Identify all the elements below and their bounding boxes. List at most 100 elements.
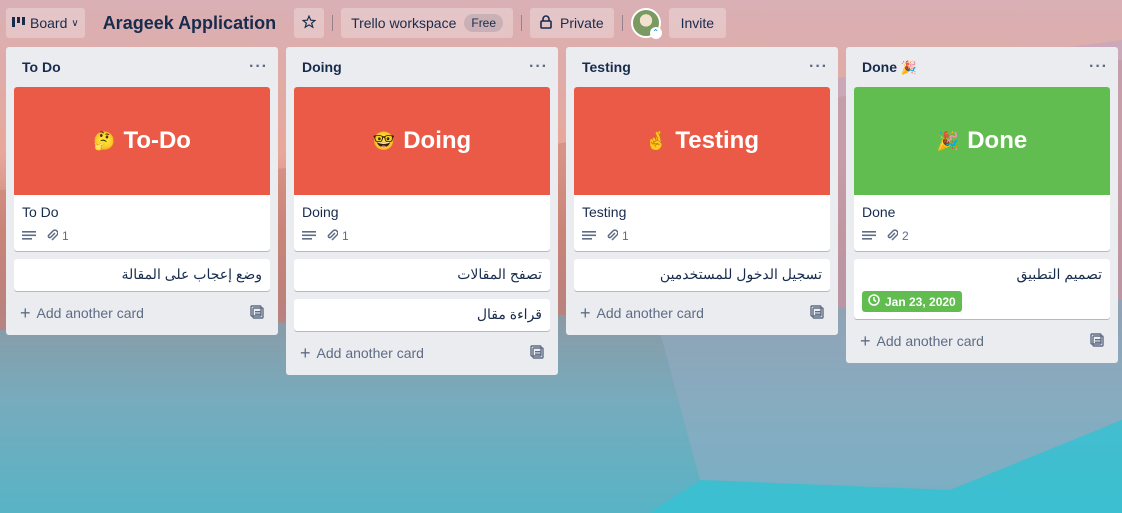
description-icon xyxy=(302,230,316,242)
attachment-icon xyxy=(886,228,899,245)
plus-icon: + xyxy=(580,303,591,323)
board-view-button[interactable]: Board ∨ xyxy=(6,8,85,38)
clock-icon xyxy=(868,294,880,309)
avatar[interactable]: ⌃ xyxy=(630,8,662,39)
add-card-row: + Add another card xyxy=(14,299,270,327)
add-card-row: + Add another card xyxy=(854,327,1110,355)
add-card-row: + Add another card xyxy=(574,299,830,327)
party-popper-icon: 🎉 xyxy=(900,59,918,75)
attachment-icon xyxy=(606,228,619,245)
cover-text: Testing xyxy=(675,127,759,154)
add-card-button[interactable]: + Add another card xyxy=(860,332,984,350)
star-icon xyxy=(301,14,317,32)
card-cover: 🤔 To-Do xyxy=(14,87,270,195)
star-button[interactable] xyxy=(294,8,325,38)
description-icon xyxy=(582,230,596,242)
header-divider xyxy=(521,15,523,31)
cover-card[interactable]: 🤞 Testing Testing 1 xyxy=(574,87,830,251)
list-header: Doing ··· xyxy=(294,47,550,87)
attachment-badge: 1 xyxy=(46,228,69,245)
card-title: To Do xyxy=(22,204,59,220)
workspace-label: Trello workspace xyxy=(351,15,457,31)
attachment-count: 2 xyxy=(902,229,909,243)
add-card-label: Add another card xyxy=(876,333,984,349)
list-title-text: Done xyxy=(862,58,897,75)
list-testing: Testing ··· 🤞 Testing Testing 1 تسجيل ال… xyxy=(566,47,838,335)
description-icon xyxy=(862,230,876,242)
due-date-text: Jan 23, 2020 xyxy=(885,294,956,309)
ellipsis-icon[interactable]: ··· xyxy=(249,58,270,76)
template-icon[interactable] xyxy=(250,304,264,322)
plus-icon: + xyxy=(300,343,311,363)
list-title[interactable]: To Do xyxy=(22,59,61,75)
visibility-label: Private xyxy=(560,15,604,31)
workspace-button[interactable]: Trello workspace Free xyxy=(341,8,514,38)
attachment-count: 1 xyxy=(342,229,349,243)
list-done: Done 🎉 ··· 🎉 Done Done 2 تصميم التطبيق J… xyxy=(846,47,1118,363)
cover-text: Done xyxy=(967,127,1028,154)
lock-icon xyxy=(540,14,552,32)
list-card[interactable]: تسجيل الدخول للمستخدمين xyxy=(574,259,830,291)
description-icon xyxy=(22,230,36,242)
board-header: Board ∨ Arageek Application Trello works… xyxy=(0,0,1122,46)
board-icon xyxy=(12,15,26,31)
ellipsis-icon[interactable]: ··· xyxy=(1089,58,1110,76)
list-todo: To Do ··· 🤔 To-Do To Do 1 وضع إعجاب على … xyxy=(6,47,278,335)
card-cover: 🤞 Testing xyxy=(574,87,830,195)
plus-icon: + xyxy=(20,303,31,323)
add-card-label: Add another card xyxy=(36,305,144,321)
free-badge: Free xyxy=(464,14,504,32)
list-card[interactable]: وضع إعجاب على المقالة xyxy=(14,259,270,291)
list-title[interactable]: Doing xyxy=(302,59,342,75)
card-title: Testing xyxy=(582,204,627,220)
template-icon[interactable] xyxy=(1090,332,1104,350)
list-card[interactable]: تصفح المقالات xyxy=(294,259,550,291)
thinking-face-icon: 🤔 xyxy=(93,130,116,151)
ellipsis-icon[interactable]: ··· xyxy=(529,58,550,76)
list-title[interactable]: Testing xyxy=(582,59,631,75)
add-card-row: + Add another card xyxy=(294,339,550,367)
cover-text: Doing xyxy=(403,127,472,154)
visibility-button[interactable]: Private xyxy=(530,8,614,38)
add-card-label: Add another card xyxy=(596,305,704,321)
cover-text: To-Do xyxy=(123,127,191,154)
party-popper-icon: 🎉 xyxy=(936,130,960,151)
attachment-count: 1 xyxy=(62,229,69,243)
add-card-button[interactable]: + Add another card xyxy=(580,304,704,322)
board-view-label: Board xyxy=(30,15,68,31)
list-header: To Do ··· xyxy=(14,47,270,87)
header-divider xyxy=(621,15,623,31)
cover-card[interactable]: 🤓 Doing Doing 1 xyxy=(294,87,550,251)
attachment-count: 1 xyxy=(622,229,629,243)
attachment-icon xyxy=(46,228,59,245)
list-card[interactable]: قراءة مقال xyxy=(294,299,550,331)
header-divider xyxy=(332,15,334,31)
nerd-face-icon: 🤓 xyxy=(372,130,396,151)
template-icon[interactable] xyxy=(530,344,544,362)
plus-icon: + xyxy=(860,331,871,351)
attachment-badge: 1 xyxy=(606,228,629,245)
card-title: Done xyxy=(862,204,896,220)
invite-button[interactable]: Invite xyxy=(668,8,727,38)
ellipsis-icon[interactable]: ··· xyxy=(809,58,830,76)
cover-card[interactable]: 🤔 To-Do To Do 1 xyxy=(14,87,270,251)
cover-card[interactable]: 🎉 Done Done 2 xyxy=(854,87,1110,251)
template-icon[interactable] xyxy=(810,304,824,322)
list-title[interactable]: Done 🎉 xyxy=(862,59,917,76)
card-title: Doing xyxy=(302,204,339,220)
attachment-icon xyxy=(326,228,339,245)
list-card[interactable]: تصميم التطبيق Jan 23, 2020 xyxy=(854,259,1110,319)
list-header: Done 🎉 ··· xyxy=(854,47,1110,87)
card-cover: 🤓 Doing xyxy=(294,87,550,195)
chevron-down-icon: ∨ xyxy=(71,17,79,29)
admin-icon: ⌃ xyxy=(649,27,662,39)
card-cover: 🎉 Done xyxy=(854,87,1110,195)
crossed-fingers-icon: 🤞 xyxy=(645,130,668,151)
add-card-button[interactable]: + Add another card xyxy=(20,304,144,322)
attachment-badge: 2 xyxy=(886,228,909,245)
list-header: Testing ··· xyxy=(574,47,830,87)
add-card-button[interactable]: + Add another card xyxy=(300,344,424,362)
board-title[interactable]: Arageek Application xyxy=(93,13,286,34)
attachment-badge: 1 xyxy=(326,228,349,245)
due-date-badge[interactable]: Jan 23, 2020 xyxy=(862,291,962,312)
